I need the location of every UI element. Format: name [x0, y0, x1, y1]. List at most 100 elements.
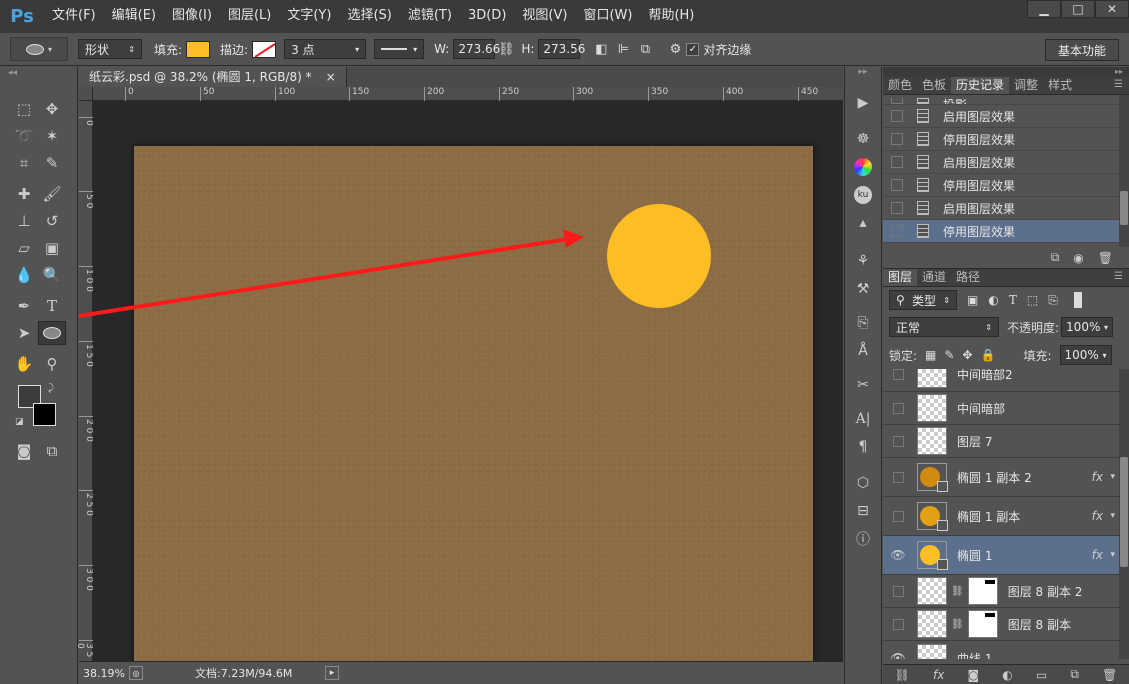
- link-layers-icon[interactable]: ⛓: [895, 668, 910, 682]
- visibility-cell[interactable]: [883, 585, 913, 597]
- layer-effects-icon[interactable]: fx: [1092, 470, 1103, 484]
- layer-thumbnail[interactable]: [917, 463, 948, 492]
- link-icon[interactable]: ⛓: [495, 38, 517, 60]
- layer-row[interactable]: ⛓ 图层 8 副本: [883, 608, 1119, 641]
- opacity-field[interactable]: 100% ▾: [1061, 317, 1114, 337]
- layer-effects-icon[interactable]: fx: [1092, 509, 1103, 523]
- layer-row[interactable]: 椭圆 1 副本 2 fx ▾: [883, 458, 1119, 497]
- properties-icon[interactable]: ⊟: [845, 497, 881, 525]
- add-mask-icon[interactable]: ◙: [967, 668, 979, 682]
- filter-adjustment-icon[interactable]: ◐: [988, 293, 998, 307]
- visibility-cell[interactable]: [883, 402, 913, 414]
- visibility-cell[interactable]: [883, 510, 913, 522]
- dodge-tool-icon[interactable]: 🔍: [38, 263, 66, 287]
- history-item[interactable]: 启用图层效果: [883, 197, 1129, 220]
- brush-tool-icon[interactable]: 🖌: [38, 182, 66, 206]
- zoom-level[interactable]: 38.19%: [83, 667, 129, 680]
- tab-close-icon[interactable]: ×: [326, 67, 336, 87]
- histogram-icon[interactable]: ▴: [845, 209, 881, 237]
- history-item-selected[interactable]: 停用图层效果: [883, 220, 1129, 243]
- eraser-tool-icon[interactable]: ▱: [10, 236, 38, 260]
- visibility-toggle[interactable]: [892, 471, 904, 483]
- tab-channels[interactable]: 通道: [917, 269, 951, 286]
- history-item[interactable]: 启用图层效果: [883, 151, 1129, 174]
- screen-mode-icon[interactable]: ⧉: [38, 439, 66, 463]
- filter-toggle[interactable]: [1073, 292, 1082, 308]
- character-icon[interactable]: A|: [845, 405, 881, 433]
- layer-thumbnail[interactable]: [917, 644, 947, 659]
- add-layer-style-icon[interactable]: fx: [933, 668, 944, 682]
- effects-expand-icon[interactable]: ▾: [1110, 511, 1115, 521]
- new-document-from-state-icon[interactable]: ⧉: [1051, 250, 1060, 265]
- dock-collapse-icon[interactable]: ▸▸: [845, 67, 881, 79]
- layer-thumbnail[interactable]: [917, 427, 947, 455]
- tab-adjustments[interactable]: 调整: [1009, 77, 1043, 94]
- path-operations-icon[interactable]: ◧: [590, 38, 612, 60]
- stroke-width-select[interactable]: 3 点 ▾: [284, 39, 367, 59]
- history-snapshot-checkbox[interactable]: [891, 156, 903, 168]
- lock-position-icon[interactable]: ✥: [962, 348, 972, 362]
- menu-file[interactable]: 文件(F): [44, 0, 104, 32]
- history-item[interactable]: 停用图层效果: [883, 174, 1129, 197]
- fill-field[interactable]: 100% ▾: [1059, 345, 1112, 365]
- mask-link-icon[interactable]: ⛓: [951, 586, 964, 597]
- filter-shape-icon[interactable]: ⬚: [1027, 293, 1038, 307]
- visibility-toggle[interactable]: [892, 402, 904, 414]
- layers-scrollbar[interactable]: [1119, 369, 1129, 659]
- tab-color[interactable]: 颜色: [883, 77, 917, 94]
- color-wheel-icon[interactable]: [845, 153, 881, 181]
- layer-thumbnail[interactable]: [917, 541, 948, 570]
- stroke-color-swatch[interactable]: [252, 40, 277, 58]
- tools-icon[interactable]: ✂: [845, 371, 881, 399]
- canvas-paper[interactable]: [134, 146, 813, 684]
- tab-swatches[interactable]: 色板: [917, 77, 951, 94]
- filter-pixel-icon[interactable]: ▣: [967, 293, 978, 307]
- vertical-ruler[interactable]: 0 5 0 1 0 0 1 5 0 2 0 0 2 5 0 3 0 0 3 5 0: [75, 101, 94, 661]
- menu-image[interactable]: 图像(I): [164, 0, 220, 32]
- history-item[interactable]: 停用图层效果: [883, 128, 1129, 151]
- mode-select[interactable]: 形状 ⇕: [78, 39, 142, 59]
- background-color[interactable]: [33, 403, 56, 426]
- ellipse-tool-icon[interactable]: [38, 320, 66, 345]
- document-tab[interactable]: 纸云彩.psd @ 38.2% (椭圆 1, RGB/8) * ×: [79, 67, 347, 87]
- new-snapshot-icon[interactable]: ◉: [1073, 251, 1083, 265]
- history-scroll-thumb[interactable]: [1120, 191, 1128, 225]
- visibility-eye-icon[interactable]: 👁: [883, 651, 913, 659]
- layer-thumbnail[interactable]: [917, 394, 947, 422]
- swap-colors-icon[interactable]: ⤸: [48, 383, 54, 394]
- quick-mask-icon[interactable]: ◙: [10, 439, 38, 463]
- panel-menu-icon[interactable]: ☰: [1114, 271, 1123, 282]
- path-alignment-icon[interactable]: ⊫: [612, 38, 634, 60]
- new-layer-icon[interactable]: ⧉: [1070, 667, 1079, 682]
- visibility-cell[interactable]: [883, 435, 913, 447]
- mask-link-icon[interactable]: ⛓: [951, 619, 964, 630]
- layer-row[interactable]: 图层 7: [883, 425, 1119, 458]
- paragraph-icon[interactable]: ¶: [845, 433, 881, 461]
- layer-row[interactable]: 中间暗部: [883, 392, 1119, 425]
- history-item[interactable]: 启用图层效果: [883, 105, 1129, 128]
- filter-type-icon[interactable]: T: [1009, 293, 1017, 307]
- clone-stamp-tool-icon[interactable]: ⊥: [10, 209, 38, 233]
- layer-row[interactable]: ⛓ 图层 8 副本 2: [883, 575, 1119, 608]
- history-brush-tool-icon[interactable]: ↺: [38, 209, 66, 233]
- 3d-icon[interactable]: ⬡: [845, 469, 881, 497]
- height-field[interactable]: 273.56: [538, 39, 585, 59]
- ruler-origin[interactable]: [79, 87, 93, 101]
- visibility-cell[interactable]: [883, 618, 913, 630]
- stroke-type-select[interactable]: ▾: [374, 39, 425, 59]
- tab-paths[interactable]: 路径: [951, 269, 985, 286]
- delete-layer-icon[interactable]: 🗑: [1102, 668, 1117, 682]
- layer-row[interactable]: 👁 曲线 1: [883, 641, 1119, 659]
- magic-wand-tool-icon[interactable]: ✶: [38, 124, 66, 148]
- type-tool-icon[interactable]: T: [38, 294, 66, 318]
- healing-brush-tool-icon[interactable]: ✚: [10, 182, 38, 206]
- layer-row[interactable]: 椭圆 1 副本 fx ▾: [883, 497, 1119, 536]
- history-scrollbar[interactable]: [1119, 95, 1129, 247]
- new-group-icon[interactable]: ▭: [1036, 668, 1047, 682]
- clone-source-icon[interactable]: ⎘: [845, 309, 881, 337]
- blend-mode-select[interactable]: 正常 ⇕: [889, 317, 999, 337]
- history-snapshot-checkbox[interactable]: [891, 133, 903, 145]
- blur-tool-icon[interactable]: 💧: [10, 263, 38, 287]
- visibility-cell[interactable]: [883, 369, 913, 380]
- pen-tool-icon[interactable]: ✒: [10, 294, 38, 318]
